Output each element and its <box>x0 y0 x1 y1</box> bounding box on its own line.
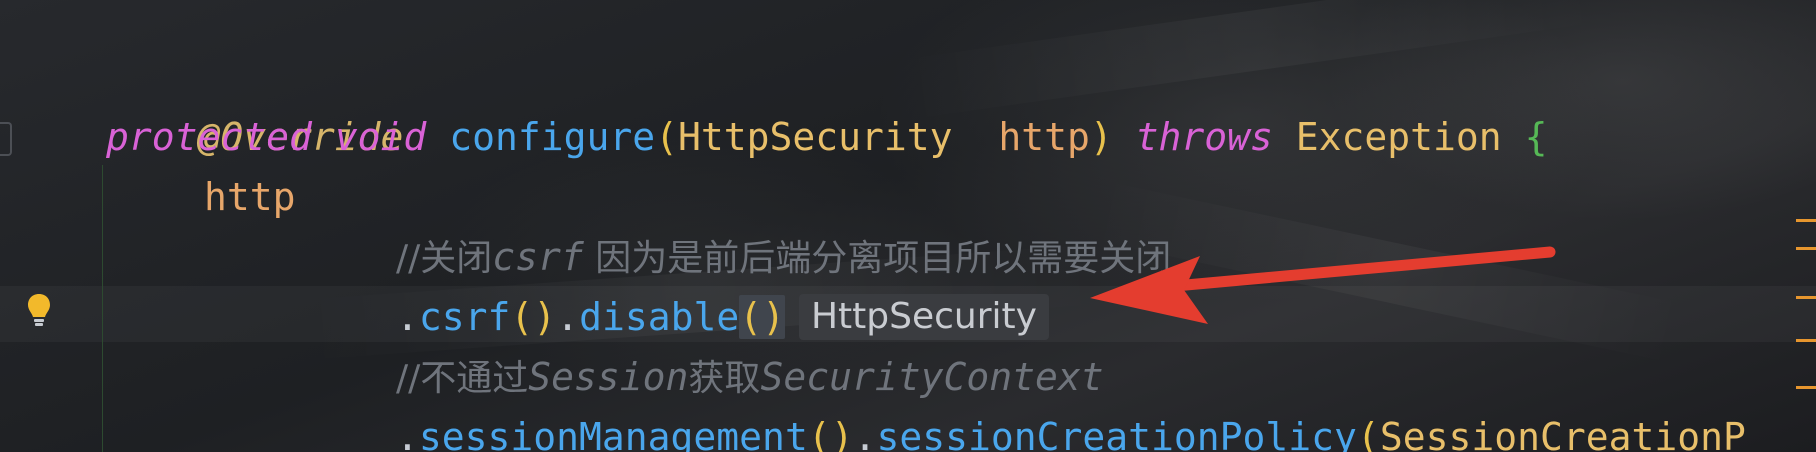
comment-code: SecurityContext <box>760 355 1104 399</box>
inlay-type-hint: HttpSecurity <box>798 293 1049 340</box>
code-line-2[interactable]: protected void configure(HttpSecurity ht… <box>106 107 1547 167</box>
param-name: http <box>998 115 1090 159</box>
code-line-6[interactable]: //不通过Session获取SecurityContext <box>396 347 1104 407</box>
code-line-7[interactable]: .sessionManagement().sessionCreationPoli… <box>396 407 1746 452</box>
dot: . <box>396 415 419 452</box>
dot: . <box>396 295 419 339</box>
scrollbar-warning-stripe[interactable] <box>1796 386 1816 389</box>
keyword-void: void <box>334 115 427 159</box>
param-type: HttpSecurity <box>678 115 953 159</box>
open-paren: ( <box>1356 415 1380 452</box>
scrollbar-warning-stripe[interactable] <box>1796 247 1816 250</box>
call-session-creation-policy: sessionCreationPolicy <box>876 415 1357 452</box>
call-session-management: sessionManagement <box>418 415 808 452</box>
scrollbar-warning-stripe[interactable] <box>1796 296 1816 299</box>
comment-text: //关闭 <box>396 238 493 279</box>
keyword-throws: throws <box>1135 115 1273 159</box>
open-brace: { <box>1524 115 1548 159</box>
receiver-http: http <box>204 175 296 219</box>
call-disable: disable <box>579 295 740 339</box>
comment-text: //不通过 <box>396 358 529 399</box>
argument-type: SessionCreationP <box>1379 415 1746 452</box>
code-line-4[interactable]: //关闭csrf 因为是前后端分离项目所以需要关闭 <box>396 227 1171 287</box>
code-line-1[interactable]: @Override <box>106 47 404 159</box>
scrollbar-warning-stripe[interactable] <box>1796 339 1816 342</box>
close-paren: ) <box>1089 115 1113 159</box>
keyword-protected: protected <box>106 115 312 159</box>
paren: () <box>807 415 854 452</box>
matched-paren: () <box>739 295 785 339</box>
exception-type: Exception <box>1295 115 1502 159</box>
lightbulb-icon[interactable] <box>26 292 52 328</box>
code-line-3[interactable]: http <box>204 167 296 227</box>
dot: . <box>556 295 580 339</box>
scrollbar-warning-stripe[interactable] <box>1796 219 1816 222</box>
call-csrf: csrf <box>418 295 511 339</box>
red-arrow-annotation <box>1090 246 1556 324</box>
indent-guide <box>102 165 103 452</box>
gutter-override-marker-icon[interactable] <box>0 122 12 156</box>
paren: () <box>510 295 557 339</box>
code-editor[interactable]: @Override protected void configure(HttpS… <box>0 0 1816 452</box>
code-line-5[interactable]: .csrf().disable() HttpSecurity <box>396 287 1049 347</box>
method-name: configure <box>449 115 656 159</box>
comment-code: csrf <box>492 235 584 279</box>
open-paren: ( <box>655 115 678 159</box>
comment-text: 获取 <box>688 358 761 399</box>
background-texture <box>900 0 1602 120</box>
comment-code: Session <box>528 355 689 399</box>
dot: . <box>853 415 877 452</box>
